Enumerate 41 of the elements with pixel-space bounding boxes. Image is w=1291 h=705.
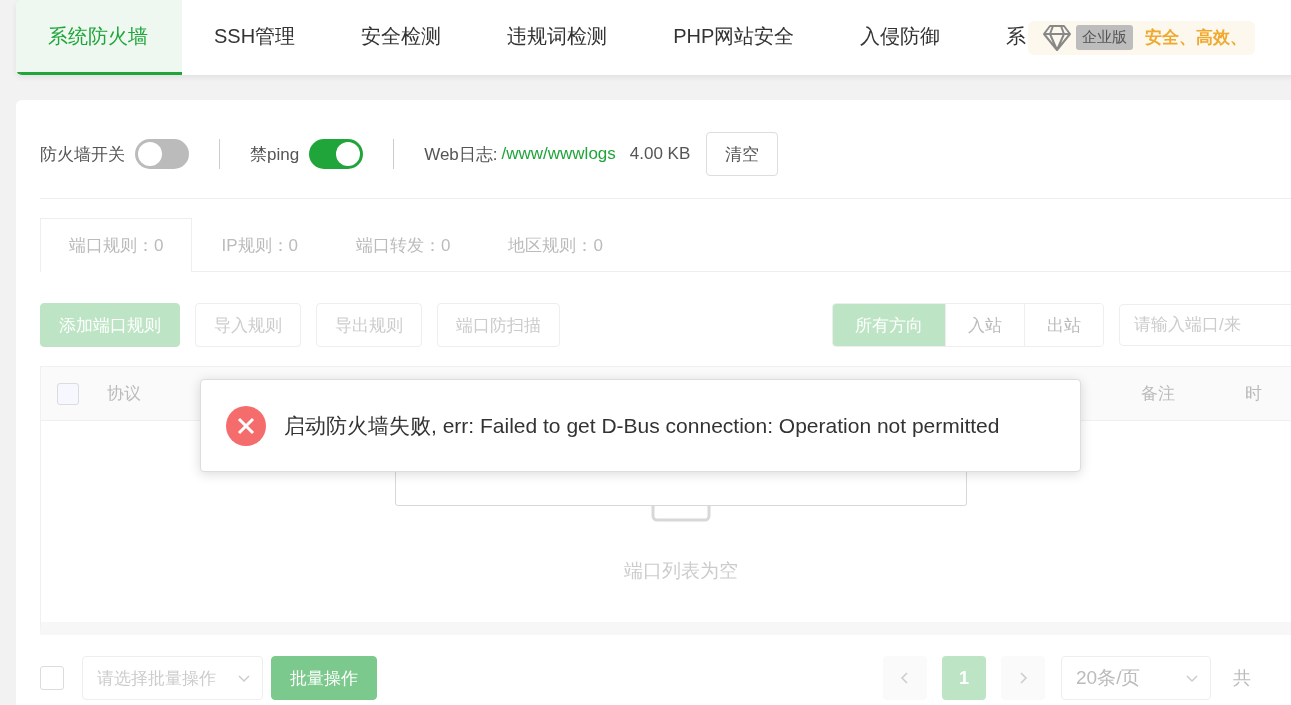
total-label: 共 bbox=[1233, 667, 1251, 690]
toast-message: 启动防火墙失败, err: Failed to get D-Bus connection: Operation not permitted bbox=[284, 412, 1000, 439]
nav-tab[interactable]: 系统防火墙 bbox=[16, 0, 182, 75]
action-button[interactable]: 添加端口规则 bbox=[40, 303, 180, 347]
promo-banner[interactable]: 企业版 安全、高效、 bbox=[1028, 20, 1256, 55]
select-all-checkbox[interactable] bbox=[40, 666, 64, 690]
prev-page-button[interactable] bbox=[883, 656, 927, 700]
chevron-right-icon bbox=[1017, 671, 1029, 685]
rule-tab[interactable]: 端口转发：0 bbox=[327, 218, 480, 272]
diamond-icon bbox=[1042, 23, 1073, 52]
log-label: Web日志: bbox=[424, 143, 498, 166]
edition-badge: 企业版 bbox=[1076, 25, 1134, 50]
rule-tab[interactable]: 地区规则：0 bbox=[479, 218, 632, 272]
direction-filter-button[interactable]: 所有方向 bbox=[833, 304, 945, 346]
nav-tab[interactable]: 安全检测 bbox=[329, 0, 476, 75]
page-button[interactable]: 1 bbox=[942, 656, 986, 700]
nav-tab[interactable]: PHP网站安全 bbox=[641, 0, 829, 75]
direction-filter-button[interactable]: 出站 bbox=[1024, 304, 1103, 346]
log-path-link[interactable]: /www/wwwlogs bbox=[501, 144, 616, 164]
empty-tray-icon bbox=[651, 506, 711, 522]
nav-tab[interactable]: 入侵防御 bbox=[828, 0, 975, 75]
nav-tab[interactable]: SSH管理 bbox=[182, 0, 330, 75]
next-page-button[interactable] bbox=[1001, 656, 1045, 700]
log-size: 4.00 KB bbox=[629, 144, 691, 164]
switch-label: 防火墙开关 bbox=[40, 143, 125, 166]
nav-tab[interactable]: 违规词检测 bbox=[475, 0, 642, 75]
column-header: 时 bbox=[1245, 383, 1262, 405]
rule-tab[interactable]: IP规则：0 bbox=[192, 218, 327, 272]
page-size-select[interactable]: 20条/页 bbox=[1061, 656, 1211, 700]
ping-toggle[interactable] bbox=[309, 139, 364, 169]
rule-tab[interactable]: 端口规则：0 bbox=[40, 218, 193, 272]
column-header: 备注 bbox=[1141, 383, 1175, 405]
promo-slogan: 安全、高效、 bbox=[1145, 27, 1248, 49]
batch-button[interactable]: 批量操作 bbox=[271, 656, 377, 700]
switch-label: 禁ping bbox=[250, 143, 300, 166]
firewall-toggle[interactable] bbox=[135, 139, 189, 169]
column-header: 协议 bbox=[107, 383, 141, 405]
chevron-left-icon bbox=[899, 671, 911, 685]
clear-button[interactable]: 清空 bbox=[706, 132, 779, 176]
select-all-checkbox[interactable] bbox=[57, 382, 79, 405]
error-icon bbox=[226, 405, 266, 446]
